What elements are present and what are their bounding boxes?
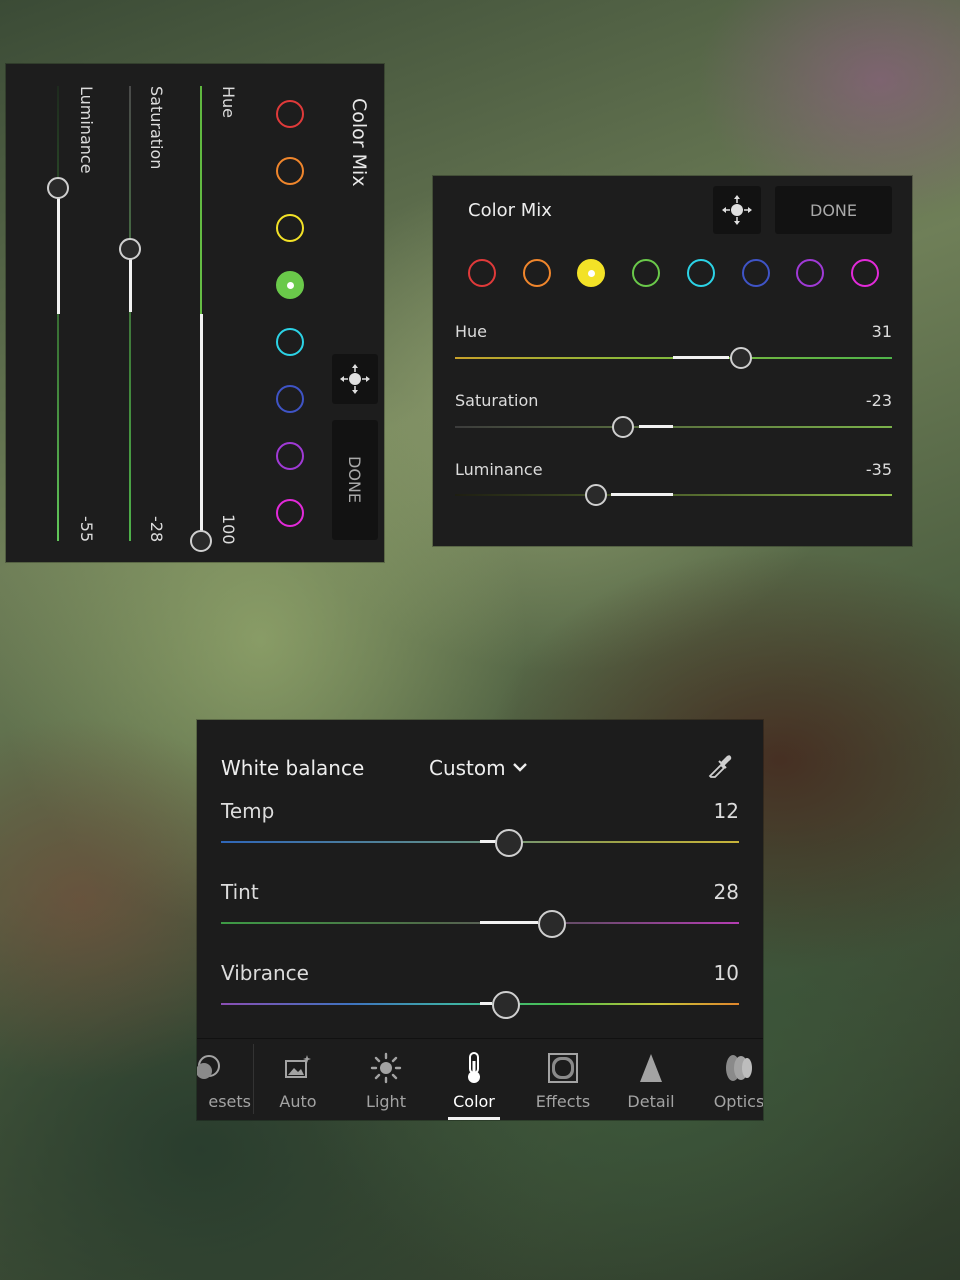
tab-label: Auto [279, 1092, 317, 1111]
color-swatch-yellow[interactable] [577, 259, 606, 287]
slider-value: 100 [219, 514, 238, 545]
slider-value: 28 [713, 880, 739, 904]
tab-optics[interactable]: Optics [695, 1044, 763, 1120]
slider-value: 31 [871, 322, 892, 341]
white-balance-label: White balance [221, 756, 365, 780]
color-swatch-blue[interactable] [741, 259, 770, 287]
temp-slider-handle[interactable] [495, 829, 523, 857]
presets-icon [197, 1055, 220, 1079]
sun-icon [370, 1052, 402, 1084]
color-swatch-yellow[interactable] [276, 214, 304, 242]
edit-toolbar: esets Auto Light Color Effects Detail Op… [197, 1040, 763, 1120]
tab-effects[interactable]: Effects [519, 1044, 607, 1120]
target-move-icon [722, 195, 752, 225]
done-button[interactable]: DONE [775, 186, 892, 234]
preset-value: Custom [429, 756, 506, 780]
slider-label: Vibrance [221, 961, 309, 985]
slider-value: -35 [865, 460, 892, 479]
color-swatch-magenta[interactable] [850, 259, 879, 287]
vibrance-slider-handle[interactable] [492, 991, 520, 1019]
color-swatch-orange[interactable] [522, 259, 551, 287]
target-move-icon [340, 364, 370, 394]
auto-icon [285, 1055, 311, 1078]
thermometer-icon [468, 1052, 480, 1083]
slider-label: Saturation [147, 86, 166, 170]
tab-label: Light [366, 1092, 406, 1111]
luminance-slider-handle[interactable] [47, 177, 69, 199]
tab-label: Effects [535, 1092, 591, 1111]
tab-presets[interactable]: esets [197, 1044, 251, 1120]
slider-label: Luminance [455, 460, 543, 479]
targeted-adjustment-button[interactable] [713, 186, 761, 234]
slider-value: -23 [865, 391, 892, 410]
luminance-slider-track[interactable] [455, 494, 892, 496]
eyedropper-icon [708, 755, 732, 778]
color-swatch-list [463, 256, 893, 290]
saturation-slider-handle[interactable] [119, 238, 141, 260]
saturation-slider-track[interactable] [129, 86, 131, 541]
hue-slider-handle[interactable] [190, 530, 212, 552]
slider-value: 12 [713, 799, 739, 823]
color-swatch-aqua[interactable] [686, 259, 715, 287]
color-swatch-red[interactable] [276, 100, 304, 128]
tab-label: esets [208, 1092, 251, 1111]
slider-label: Hue [455, 322, 488, 341]
color-swatch-blue[interactable] [276, 385, 304, 413]
slider-label: Saturation [455, 391, 539, 410]
done-label: DONE [810, 200, 857, 220]
color-swatch-purple[interactable] [276, 442, 304, 470]
active-tab-indicator [448, 1117, 500, 1120]
color-swatch-red[interactable] [468, 259, 496, 287]
hue-slider-handle[interactable] [730, 347, 752, 369]
done-button[interactable]: DONE [332, 420, 378, 540]
tab-auto[interactable]: Auto [254, 1044, 342, 1120]
color-swatch-list [274, 100, 306, 540]
white-balance-preset-dropdown[interactable]: Custom [429, 756, 528, 780]
slider-value: -55 [77, 516, 96, 543]
color-swatch-orange[interactable] [276, 157, 304, 185]
tab-label: Detail [627, 1092, 675, 1111]
slider-label: Temp [221, 799, 275, 823]
tab-color[interactable]: Color [430, 1044, 518, 1120]
color-swatch-magenta[interactable] [276, 499, 304, 527]
tab-light[interactable]: Light [342, 1044, 430, 1120]
chevron-down-icon [512, 763, 527, 772]
toolbar-divider [197, 1038, 763, 1039]
slider-label: Tint [221, 880, 259, 904]
color-swatch-green[interactable] [632, 259, 661, 287]
tab-label: Optics [713, 1092, 763, 1111]
done-label: DONE [345, 456, 364, 503]
color-swatch-aqua[interactable] [276, 328, 304, 356]
slider-value: 10 [713, 961, 739, 985]
detail-icon [640, 1054, 662, 1082]
panel-title: Color Mix [468, 200, 552, 221]
eyedropper-button[interactable] [703, 750, 735, 782]
tab-label: Color [453, 1092, 495, 1111]
color-mix-panel-horizontal: Color Mix DONE Hue 31 Saturation -23 Lum… [433, 176, 912, 546]
color-mix-panel-vertical: Color Mix DONE Hue 100 Saturation -28 Lu… [6, 64, 384, 562]
targeted-adjustment-button[interactable] [332, 354, 378, 404]
tab-detail[interactable]: Detail [607, 1044, 695, 1120]
saturation-slider-track[interactable] [455, 426, 892, 428]
effects-icon [548, 1053, 578, 1083]
slider-label: Hue [219, 86, 238, 119]
tint-slider-handle[interactable] [538, 910, 566, 938]
optics-icon [726, 1055, 752, 1081]
luminance-slider-handle[interactable] [585, 484, 607, 506]
slider-value: -28 [147, 516, 166, 543]
color-swatch-green[interactable] [276, 271, 304, 299]
slider-label: Luminance [77, 86, 96, 174]
saturation-slider-handle[interactable] [612, 416, 634, 438]
color-swatch-purple[interactable] [796, 259, 825, 287]
panel-title: Color Mix [348, 98, 370, 187]
